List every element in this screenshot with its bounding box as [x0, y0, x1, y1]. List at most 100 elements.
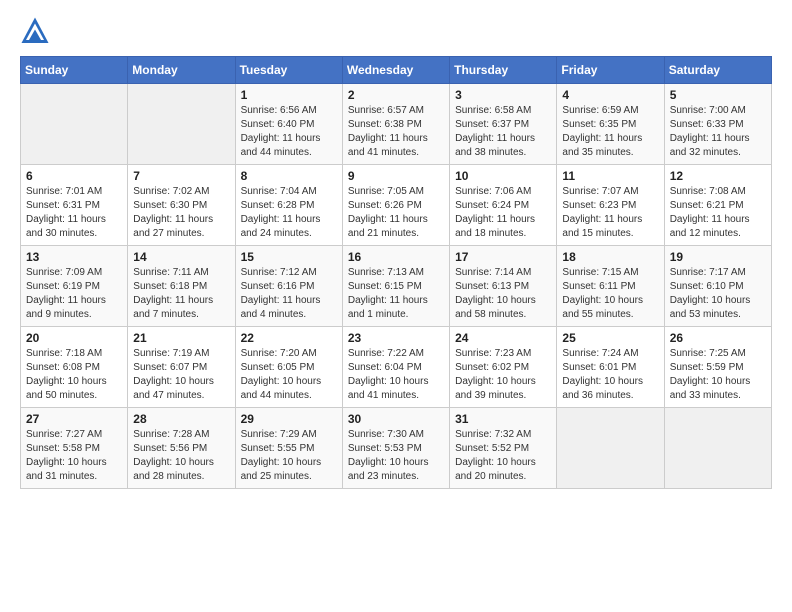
day-info: Sunrise: 7:09 AMSunset: 6:19 PMDaylight:…: [26, 266, 122, 322]
day-number: 29: [241, 412, 337, 426]
day-info: Sunrise: 7:22 AMSunset: 6:04 PMDaylight:…: [348, 347, 444, 403]
calendar-cell: 5 Sunrise: 7:00 AMSunset: 6:33 PMDaylight…: [664, 84, 771, 165]
day-number: 18: [562, 250, 658, 264]
day-number: 27: [26, 412, 122, 426]
calendar-cell: 4Sunrise: 6:59 AMSunset: 6:35 PMDaylight…: [557, 84, 664, 165]
day-number: 3: [455, 88, 551, 102]
day-info: Sunrise: 7:29 AMSunset: 5:55 PMDaylight:…: [241, 428, 337, 484]
calendar-cell: 17 Sunrise: 7:14 AMSunset: 6:13 PMDayligh…: [450, 246, 557, 327]
day-number: 2: [348, 88, 444, 102]
calendar-cell: [664, 408, 771, 489]
calendar-cell: [21, 84, 128, 165]
weekday-header-wednesday: Wednesday: [342, 57, 449, 84]
calendar-cell: 6 Sunrise: 7:01 AMSunset: 6:31 PMDaylight…: [21, 165, 128, 246]
day-info: Sunrise: 7:04 AMSunset: 6:28 PMDaylight:…: [241, 185, 337, 241]
day-number: 9: [348, 169, 444, 183]
calendar-cell: [128, 84, 235, 165]
calendar-body: 1Sunrise: 6:56 AMSunset: 6:40 PMDaylight…: [21, 84, 772, 489]
day-info: Sunrise: 7:13 AMSunset: 6:15 PMDaylight:…: [348, 266, 444, 322]
day-info: Sunrise: 7:17 AMSunset: 6:10 PMDaylight:…: [670, 266, 766, 322]
day-info: Sunrise: 7:08 AMSunset: 6:21 PMDaylight:…: [670, 185, 766, 241]
calendar-cell: 29 Sunrise: 7:29 AMSunset: 5:55 PMDayligh…: [235, 408, 342, 489]
day-number: 13: [26, 250, 122, 264]
calendar-cell: 26Sunrise: 7:25 AMSunset: 5:59 PMDayligh…: [664, 327, 771, 408]
day-number: 24: [455, 331, 551, 345]
calendar-cell: 14 Sunrise: 7:11 AMSunset: 6:18 PMDayligh…: [128, 246, 235, 327]
day-info: Sunrise: 7:05 AMSunset: 6:26 PMDaylight:…: [348, 185, 444, 241]
day-number: 14: [133, 250, 229, 264]
weekday-header-sunday: Sunday: [21, 57, 128, 84]
calendar-cell: 16Sunrise: 7:13 AMSunset: 6:15 PMDayligh…: [342, 246, 449, 327]
calendar-week-3: 13 Sunrise: 7:09 AMSunset: 6:19 PMDayligh…: [21, 246, 772, 327]
day-info: Sunrise: 7:24 AMSunset: 6:01 PMDaylight:…: [562, 347, 658, 403]
day-number: 8: [241, 169, 337, 183]
day-number: 6: [26, 169, 122, 183]
logo-icon: [20, 16, 50, 46]
day-number: 28: [133, 412, 229, 426]
day-info: Sunrise: 7:14 AMSunset: 6:13 PMDaylight:…: [455, 266, 551, 322]
day-number: 17: [455, 250, 551, 264]
calendar-week-1: 1Sunrise: 6:56 AMSunset: 6:40 PMDaylight…: [21, 84, 772, 165]
weekday-header-saturday: Saturday: [664, 57, 771, 84]
day-info: Sunrise: 6:59 AMSunset: 6:35 PMDaylight:…: [562, 104, 658, 160]
weekday-header-tuesday: Tuesday: [235, 57, 342, 84]
weekday-header-thursday: Thursday: [450, 57, 557, 84]
calendar-cell: 13 Sunrise: 7:09 AMSunset: 6:19 PMDayligh…: [21, 246, 128, 327]
day-number: 19: [670, 250, 766, 264]
calendar-cell: 11 Sunrise: 7:07 AMSunset: 6:23 PMDayligh…: [557, 165, 664, 246]
day-number: 26: [670, 331, 766, 345]
day-number: 7: [133, 169, 229, 183]
calendar-cell: 30Sunrise: 7:30 AMSunset: 5:53 PMDayligh…: [342, 408, 449, 489]
calendar-cell: 8 Sunrise: 7:04 AMSunset: 6:28 PMDaylight…: [235, 165, 342, 246]
day-info: Sunrise: 7:28 AMSunset: 5:56 PMDaylight:…: [133, 428, 229, 484]
calendar-cell: 15 Sunrise: 7:12 AMSunset: 6:16 PMDayligh…: [235, 246, 342, 327]
calendar-cell: 20 Sunrise: 7:18 AMSunset: 6:08 PMDayligh…: [21, 327, 128, 408]
day-number: 23: [348, 331, 444, 345]
day-info: Sunrise: 7:11 AMSunset: 6:18 PMDaylight:…: [133, 266, 229, 322]
day-info: Sunrise: 7:01 AMSunset: 6:31 PMDaylight:…: [26, 185, 122, 241]
calendar-cell: 3Sunrise: 6:58 AMSunset: 6:37 PMDaylight…: [450, 84, 557, 165]
day-number: 11: [562, 169, 658, 183]
weekday-header-monday: Monday: [128, 57, 235, 84]
day-info: Sunrise: 6:57 AMSunset: 6:38 PMDaylight:…: [348, 104, 444, 160]
day-number: 5: [670, 88, 766, 102]
day-info: Sunrise: 7:32 AMSunset: 5:52 PMDaylight:…: [455, 428, 551, 484]
calendar-cell: 7Sunrise: 7:02 AMSunset: 6:30 PMDaylight…: [128, 165, 235, 246]
calendar-table: SundayMondayTuesdayWednesdayThursdayFrid…: [20, 56, 772, 489]
day-info: Sunrise: 7:12 AMSunset: 6:16 PMDaylight:…: [241, 266, 337, 322]
day-info: Sunrise: 7:06 AMSunset: 6:24 PMDaylight:…: [455, 185, 551, 241]
day-info: Sunrise: 7:18 AMSunset: 6:08 PMDaylight:…: [26, 347, 122, 403]
calendar-cell: 10Sunrise: 7:06 AMSunset: 6:24 PMDayligh…: [450, 165, 557, 246]
logo: [20, 16, 54, 46]
calendar-week-4: 20 Sunrise: 7:18 AMSunset: 6:08 PMDayligh…: [21, 327, 772, 408]
day-number: 20: [26, 331, 122, 345]
calendar-cell: 2 Sunrise: 6:57 AMSunset: 6:38 PMDaylight…: [342, 84, 449, 165]
calendar-cell: 21 Sunrise: 7:19 AMSunset: 6:07 PMDayligh…: [128, 327, 235, 408]
calendar-cell: 1Sunrise: 6:56 AMSunset: 6:40 PMDaylight…: [235, 84, 342, 165]
calendar-cell: 22Sunrise: 7:20 AMSunset: 6:05 PMDayligh…: [235, 327, 342, 408]
calendar-cell: 23 Sunrise: 7:22 AMSunset: 6:04 PMDayligh…: [342, 327, 449, 408]
calendar-cell: 24Sunrise: 7:23 AMSunset: 6:02 PMDayligh…: [450, 327, 557, 408]
day-number: 25: [562, 331, 658, 345]
calendar-cell: 19 Sunrise: 7:17 AMSunset: 6:10 PMDayligh…: [664, 246, 771, 327]
calendar-week-5: 27 Sunrise: 7:27 AMSunset: 5:58 PMDayligh…: [21, 408, 772, 489]
calendar-week-2: 6 Sunrise: 7:01 AMSunset: 6:31 PMDaylight…: [21, 165, 772, 246]
calendar-cell: 18 Sunrise: 7:15 AMSunset: 6:11 PMDayligh…: [557, 246, 664, 327]
calendar-cell: [557, 408, 664, 489]
weekday-header-row: SundayMondayTuesdayWednesdayThursdayFrid…: [21, 57, 772, 84]
day-info: Sunrise: 7:00 AMSunset: 6:33 PMDaylight:…: [670, 104, 766, 160]
day-info: Sunrise: 7:20 AMSunset: 6:05 PMDaylight:…: [241, 347, 337, 403]
calendar-cell: 31 Sunrise: 7:32 AMSunset: 5:52 PMDayligh…: [450, 408, 557, 489]
day-number: 15: [241, 250, 337, 264]
day-number: 31: [455, 412, 551, 426]
day-number: 30: [348, 412, 444, 426]
page-header: [20, 16, 772, 46]
day-info: Sunrise: 7:15 AMSunset: 6:11 PMDaylight:…: [562, 266, 658, 322]
day-info: Sunrise: 7:07 AMSunset: 6:23 PMDaylight:…: [562, 185, 658, 241]
calendar-cell: 27 Sunrise: 7:27 AMSunset: 5:58 PMDayligh…: [21, 408, 128, 489]
calendar-cell: 12Sunrise: 7:08 AMSunset: 6:21 PMDayligh…: [664, 165, 771, 246]
day-info: Sunrise: 7:27 AMSunset: 5:58 PMDaylight:…: [26, 428, 122, 484]
day-number: 1: [241, 88, 337, 102]
day-info: Sunrise: 7:19 AMSunset: 6:07 PMDaylight:…: [133, 347, 229, 403]
day-number: 21: [133, 331, 229, 345]
